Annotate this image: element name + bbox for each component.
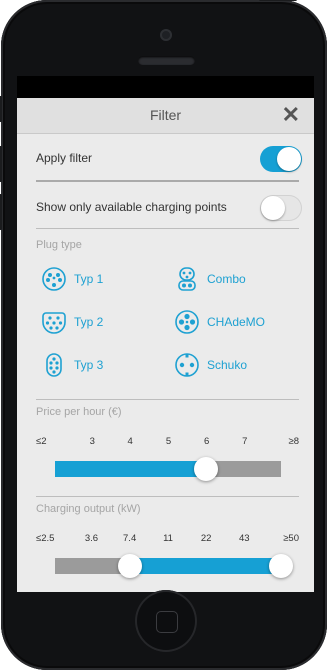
output-slider-min-handle[interactable] — [118, 554, 142, 578]
available-only-label: Show only available charging points — [36, 200, 227, 214]
plug-option-typ1[interactable]: Typ 1 — [42, 267, 103, 291]
plug-option-typ3[interactable]: Typ 3 — [42, 353, 103, 377]
output-slider-fill — [130, 558, 281, 574]
price-tick: 6 — [204, 436, 210, 447]
price-tick: 4 — [127, 436, 133, 447]
combo-plug-icon — [178, 267, 196, 291]
volume-down-button — [0, 194, 2, 230]
typ1-plug-icon — [42, 267, 66, 291]
app-screen: Filter ✕ Apply filter Show only availabl… — [17, 76, 314, 592]
plug-label: CHAdeMO — [207, 315, 266, 329]
output-tick: 43 — [238, 533, 250, 544]
typ2-plug-icon — [42, 312, 66, 334]
price-tick: 5 — [165, 436, 172, 447]
price-tick: ≤2 — [36, 436, 47, 447]
output-tick: 11 — [163, 533, 173, 544]
plug-label: Typ 1 — [74, 272, 104, 286]
page-title: Filter — [149, 107, 182, 123]
mute-switch — [0, 96, 2, 122]
plug-option-combo[interactable]: Combo — [175, 267, 246, 291]
status-bar — [17, 76, 314, 98]
plug-option-chademo[interactable]: CHAdeMO — [175, 310, 265, 334]
plug-option-schuko[interactable]: Schuko — [175, 353, 247, 377]
output-label: Charging output (kW) — [36, 503, 141, 515]
price-ticks: ≤2 3 4 5 6 7 ≥8 — [36, 436, 299, 450]
output-slider-max-handle[interactable] — [269, 554, 293, 578]
price-tick: ≥8 — [288, 436, 300, 447]
output-tick: 7.4 — [123, 533, 137, 544]
toggle-knob — [277, 147, 301, 171]
output-tick: ≤2.5 — [36, 533, 55, 544]
power-button — [259, 0, 297, 1]
output-ticks: ≤2.5 3.6 7.4 11 22 43 ≥50 — [36, 533, 299, 547]
home-square-icon — [156, 611, 178, 633]
divider — [36, 496, 299, 497]
schuko-plug-icon — [175, 353, 199, 377]
output-tick: 22 — [200, 533, 212, 544]
price-slider-handle[interactable] — [194, 457, 218, 481]
price-tick: 3 — [89, 436, 95, 447]
chademo-plug-icon — [175, 310, 199, 334]
plug-label: Typ 3 — [74, 358, 104, 372]
typ3-plug-icon — [46, 353, 62, 377]
apply-filter-label: Apply filter — [36, 151, 93, 165]
divider — [36, 228, 299, 229]
phone-frame: Filter ✕ Apply filter Show only availabl… — [0, 0, 327, 670]
price-slider-fill — [55, 461, 206, 477]
apply-filter-toggle[interactable] — [260, 146, 302, 172]
earpiece-speaker — [138, 56, 195, 65]
front-camera — [160, 29, 172, 41]
output-tick: 3.6 — [84, 533, 99, 544]
plug-label: Typ 2 — [74, 315, 104, 329]
plug-label: Schuko — [207, 358, 248, 372]
home-button[interactable] — [135, 590, 197, 652]
divider — [36, 180, 299, 182]
close-icon[interactable]: ✕ — [282, 102, 300, 128]
divider — [36, 399, 299, 400]
price-label: Price per hour (€) — [36, 406, 122, 418]
volume-up-button — [0, 146, 2, 182]
plug-label: Combo — [207, 272, 246, 286]
filter-header: Filter ✕ — [17, 98, 314, 134]
plug-type-label: Plug type — [36, 239, 82, 251]
price-tick: 7 — [242, 436, 248, 447]
plug-option-typ2[interactable]: Typ 2 — [42, 310, 103, 334]
available-only-toggle[interactable] — [260, 195, 302, 221]
toggle-knob — [261, 196, 285, 220]
output-tick: ≥50 — [283, 533, 299, 544]
